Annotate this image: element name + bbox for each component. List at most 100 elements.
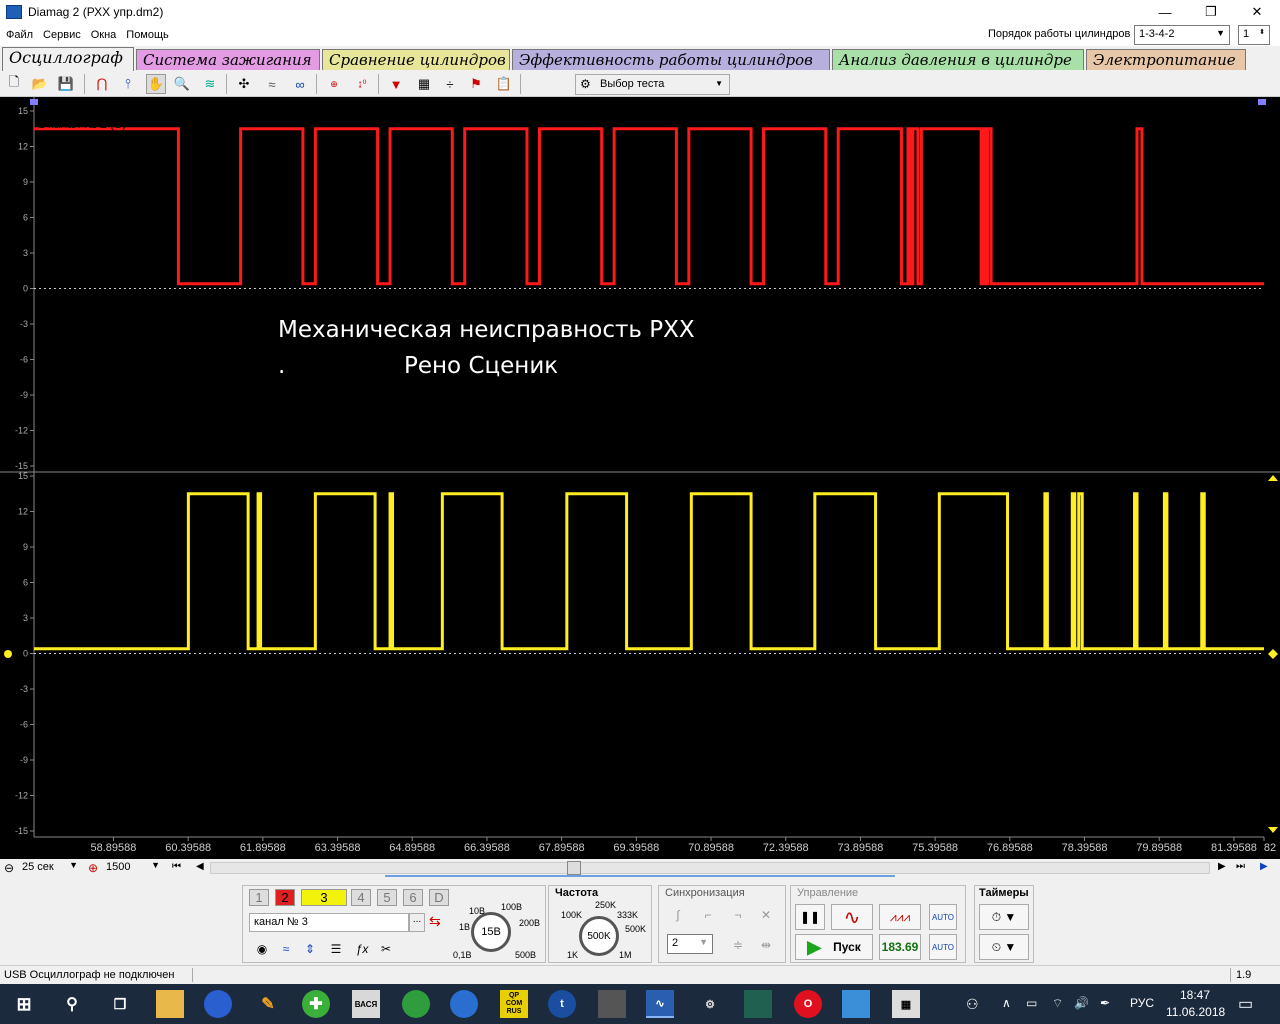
save-icon[interactable]: 💾: [56, 74, 76, 94]
pause-button[interactable]: ❚❚: [795, 904, 825, 930]
hand-icon[interactable]: ✋: [146, 74, 166, 94]
zero-icon[interactable]: ↨⁰: [352, 74, 372, 94]
clock-time[interactable]: 18:47: [1180, 988, 1210, 1002]
scope-app-icon[interactable]: [744, 990, 772, 1018]
t-icon[interactable]: t: [548, 990, 576, 1018]
prev-icon[interactable]: ◀: [196, 861, 204, 872]
language-indicator[interactable]: РУС: [1130, 996, 1154, 1010]
function-icon[interactable]: ƒx: [351, 938, 373, 960]
windows-start-icon[interactable]: ⊞: [10, 990, 38, 1018]
cylinder-order-select[interactable]: 1-3-4-2 ▼: [1134, 25, 1230, 45]
menu-help[interactable]: Помощь: [122, 29, 173, 41]
tab-ignition[interactable]: Система зажигания: [136, 49, 320, 70]
last-page-icon[interactable]: ⏭: [1236, 861, 1245, 872]
sync-rise-icon[interactable]: ∫: [667, 904, 689, 926]
sync-offset-icon[interactable]: ⇹: [755, 934, 777, 956]
wave-icon[interactable]: ≈: [275, 938, 297, 960]
file-explorer-icon[interactable]: [156, 990, 184, 1018]
maximize-button[interactable]: ❐: [1188, 0, 1234, 24]
zoom-in-icon[interactable]: ⊕: [88, 861, 98, 875]
tab-oscilloscope[interactable]: Осциллограф: [2, 47, 134, 71]
eye-icon[interactable]: ◉: [251, 938, 273, 960]
app-icon[interactable]: [598, 990, 626, 1018]
cursor-a-icon[interactable]: ⋂: [92, 74, 112, 94]
oscilloscope-view[interactable]: 15 12 9 6 3 0 -3 -6 -9 -12 -15 15 12 9 6 3 0 -3 -6 -9 -12 -15…: [0, 97, 1280, 859]
tool-icon[interactable]: ✎: [254, 990, 282, 1018]
close-button[interactable]: ✕: [1234, 0, 1280, 24]
network-icon[interactable]: ▭: [1026, 996, 1037, 1010]
channel-button-5[interactable]: 5: [377, 889, 397, 906]
scroll-thumb[interactable]: [567, 861, 581, 875]
filter-icon[interactable]: ≋: [200, 74, 220, 94]
new-file-icon[interactable]: 🗋: [4, 74, 24, 94]
play-icon[interactable]: ▶: [1260, 861, 1268, 872]
noise-button[interactable]: ⩘⩘⩘: [879, 904, 921, 930]
sync-front-icon[interactable]: ⌐: [697, 904, 719, 926]
multi-icon[interactable]: ✣: [234, 74, 254, 94]
menu-service[interactable]: Сервис: [39, 29, 85, 41]
sync-fall-icon[interactable]: ¬: [727, 904, 749, 926]
channel-button-4[interactable]: 4: [351, 889, 371, 906]
open-folder-icon[interactable]: 📂: [30, 74, 50, 94]
notifications-icon[interactable]: ▭: [1238, 994, 1253, 1014]
split-icon[interactable]: ÷: [440, 74, 460, 94]
test-select[interactable]: ⚙ Выбор теста ▼: [575, 74, 730, 95]
channel-button-2[interactable]: 2: [275, 889, 295, 906]
browser-icon[interactable]: [204, 990, 232, 1018]
oscilloscope-canvas[interactable]: 15129630-3-6-9-12-1515129630-3-6-9-12-15…: [0, 97, 1280, 859]
lines-icon[interactable]: ☰: [325, 938, 347, 960]
auto-button-1[interactable]: AUTO: [929, 904, 957, 930]
zoom-icon[interactable]: 🔍: [172, 74, 192, 94]
tab-power-supply[interactable]: Электропитание: [1086, 49, 1246, 70]
channel-name-field[interactable]: канал № 3: [249, 913, 409, 932]
task-view-icon[interactable]: ❐: [106, 990, 134, 1018]
auto-button-2[interactable]: AUTO: [929, 934, 957, 960]
opera-icon[interactable]: O: [794, 990, 822, 1018]
pen-icon[interactable]: ✒: [1100, 996, 1110, 1010]
timer-2-button[interactable]: ⏲ ▼: [979, 934, 1029, 960]
tab-cylinder-efficiency[interactable]: Эффективность работы цилиндров: [512, 49, 830, 70]
auto-icon[interactable]: ⊕: [324, 74, 344, 94]
minimize-button[interactable]: —: [1142, 0, 1188, 24]
wifi-icon[interactable]: ⌔: [1052, 996, 1063, 1011]
tray-chevron-icon[interactable]: ∧: [1002, 996, 1011, 1010]
zoom-out-icon[interactable]: ⊖: [4, 861, 14, 875]
channel-button-d[interactable]: D: [429, 889, 449, 906]
browse-button[interactable]: ...: [409, 913, 425, 932]
time-scale-select[interactable]: 25 сек ▼: [18, 859, 82, 876]
sync-auto-icon[interactable]: ✕: [755, 904, 777, 926]
menu-windows[interactable]: Окна: [87, 29, 121, 41]
sine-button[interactable]: ∿: [831, 904, 873, 930]
sync-channel-select[interactable]: 2 ▼: [667, 934, 713, 954]
timer-1-button[interactable]: ⏱ ▼: [979, 904, 1029, 930]
updown-icon[interactable]: ⇕: [299, 938, 321, 960]
first-page-icon[interactable]: ⏮: [172, 861, 181, 872]
tab-pressure-analysis[interactable]: Анализ давления в цилиндре: [832, 49, 1084, 70]
flag-icon[interactable]: ⚑: [466, 74, 486, 94]
plus-icon[interactable]: ✚: [302, 990, 330, 1018]
calculator-icon[interactable]: ▦: [892, 990, 920, 1018]
channel-button-1[interactable]: 1: [249, 889, 269, 906]
channel-button-6[interactable]: 6: [403, 889, 423, 906]
cursor-b-icon[interactable]: ⫯: [118, 74, 138, 94]
cylinder-select[interactable]: 1 ⬍: [1238, 25, 1270, 45]
vasya-icon[interactable]: ВАСЯ: [352, 990, 380, 1018]
menu-file[interactable]: Файл: [2, 29, 37, 41]
channel-button-3[interactable]: 3: [301, 889, 347, 906]
tools-icon[interactable]: ✂: [375, 938, 397, 960]
waves-icon[interactable]: ≈: [262, 74, 282, 94]
voltage-knob[interactable]: 15В: [471, 912, 511, 952]
sync-level-icon[interactable]: ≑: [727, 934, 749, 956]
grid-icon[interactable]: ▦: [414, 74, 434, 94]
points-select[interactable]: 1500 ▼: [102, 859, 164, 876]
globe-icon[interactable]: [402, 990, 430, 1018]
people-icon[interactable]: ⚇: [966, 996, 979, 1013]
window-app-icon[interactable]: [842, 990, 870, 1018]
diamag-icon[interactable]: ∿: [646, 990, 674, 1018]
engine-icon[interactable]: ⚙: [696, 990, 724, 1018]
probe-icon[interactable]: ⇆: [429, 913, 441, 930]
next-icon[interactable]: ▶: [1218, 861, 1226, 872]
clock-date[interactable]: 11.06.2018: [1166, 1005, 1225, 1019]
clipboard-icon[interactable]: 📋: [494, 74, 514, 94]
start-button[interactable]: ▶ Пуск: [795, 934, 873, 960]
